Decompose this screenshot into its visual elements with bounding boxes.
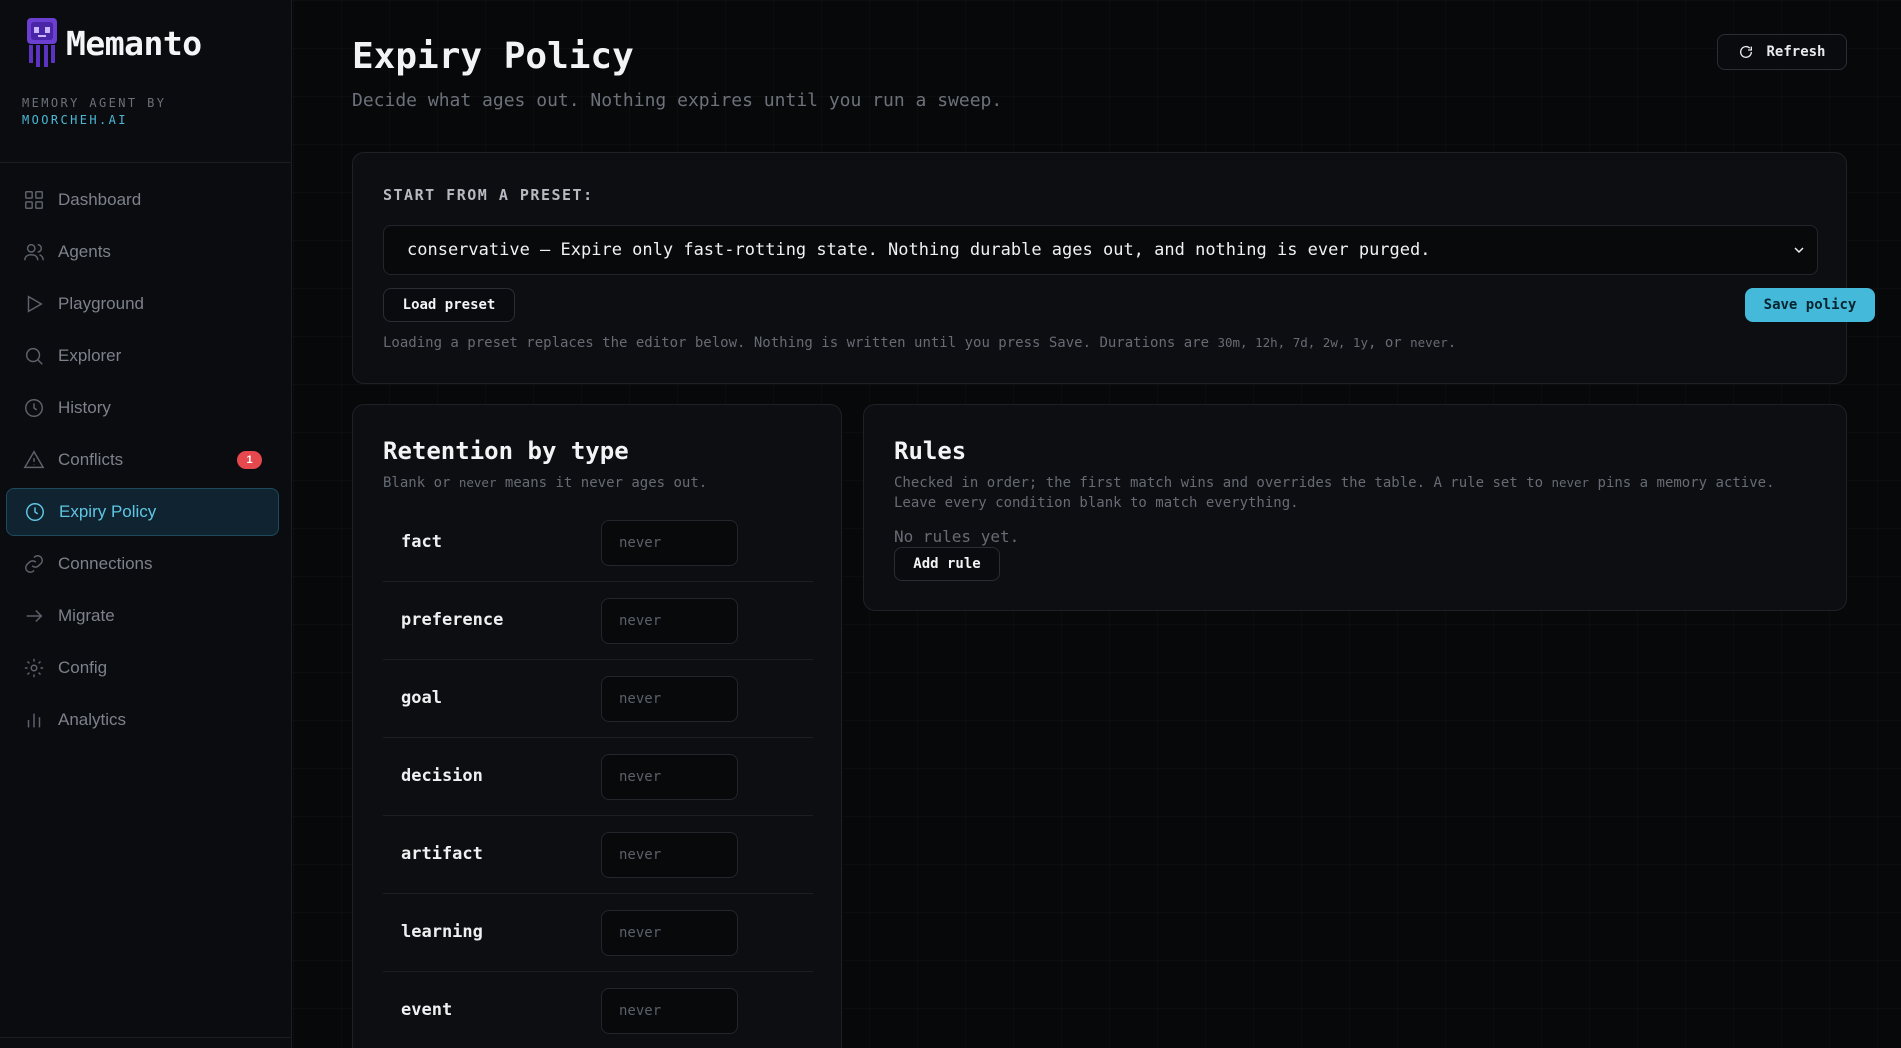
sidebar-item-dashboard[interactable]: Dashboard	[6, 176, 279, 224]
grid-icon	[23, 189, 45, 211]
retention-title: Retention by type	[383, 437, 629, 465]
bar-chart-icon	[23, 709, 45, 731]
memanto-logo-icon	[27, 18, 57, 67]
clock-icon	[24, 501, 46, 523]
brand-subtitle: MEMORY AGENT BY MOORCHEH.AI	[22, 95, 166, 129]
preset-note: Loading a preset replaces the editor bel…	[383, 335, 1456, 351]
sidebar-item-history[interactable]: History	[6, 384, 279, 432]
rules-subtitle-never: never	[1551, 475, 1590, 490]
brand-subtitle-link[interactable]: MOORCHEH.AI	[22, 112, 166, 129]
chevron-down-icon	[1791, 242, 1807, 258]
sidebar-item-label: Playground	[58, 294, 145, 313]
search-icon	[23, 345, 45, 367]
retention-row-goal: goal	[383, 660, 813, 738]
retention-input-goal[interactable]	[601, 676, 738, 722]
sidebar-item-label: Dashboard	[58, 190, 142, 209]
sidebar-item-conflicts[interactable]: Conflicts 1	[6, 436, 279, 484]
brand-subtitle-line1: MEMORY AGENT BY	[22, 96, 167, 110]
gear-icon	[23, 657, 45, 679]
rules-card: Rules Checked in order; the first match …	[863, 404, 1847, 611]
sidebar: Memanto MEMORY AGENT BY MOORCHEH.AI Dash…	[0, 0, 292, 1048]
retention-input-artifact[interactable]	[601, 832, 738, 878]
refresh-button[interactable]: Refresh	[1717, 34, 1847, 70]
sidebar-item-config[interactable]: Config	[6, 644, 279, 692]
retention-type-label: learning	[401, 922, 483, 942]
refresh-button-label: Refresh	[1766, 44, 1826, 60]
sidebar-item-label: Connections	[58, 554, 153, 573]
sidebar-item-label: Config	[58, 658, 108, 677]
rules-subtitle-text: Checked in order; the first match wins a…	[894, 475, 1552, 491]
link-icon	[23, 553, 45, 575]
sidebar-item-migrate[interactable]: Migrate	[6, 592, 279, 640]
sidebar-item-expiry-policy[interactable]: Expiry Policy	[6, 488, 279, 536]
sidebar-item-playground[interactable]: Playground	[6, 280, 279, 328]
add-rule-button[interactable]: Add rule	[894, 547, 1000, 581]
retention-row-decision: decision	[383, 738, 813, 816]
sidebar-item-label: Migrate	[58, 606, 115, 625]
retention-type-label: preference	[401, 610, 504, 630]
retention-type-label: event	[401, 1000, 453, 1020]
warning-icon	[23, 449, 45, 471]
rules-title: Rules	[894, 437, 967, 465]
preset-note-durations: 30m, 12h, 7d, 2w, 1y	[1217, 335, 1368, 350]
save-policy-button[interactable]: Save policy	[1745, 288, 1875, 322]
sidebar-item-label: Explorer	[58, 346, 122, 365]
arrow-right-icon	[23, 605, 45, 627]
retention-subtitle-text: Blank or	[383, 475, 459, 491]
rules-subtitle: Checked in order; the first match wins a…	[894, 473, 1824, 513]
preset-card: START FROM A PRESET: conservative — Expi…	[352, 152, 1875, 384]
conflicts-count-badge: 1	[237, 451, 262, 469]
sidebar-item-agents[interactable]: Agents	[6, 228, 279, 276]
preset-note-or: , or	[1367, 335, 1411, 351]
retention-type-label: decision	[401, 766, 483, 786]
retention-input-fact[interactable]	[601, 520, 738, 566]
page-subtitle: Decide what ages out. Nothing expires un…	[352, 90, 1003, 111]
retention-row-fact: fact	[383, 504, 813, 582]
users-icon	[23, 241, 45, 263]
retention-row-event: event	[383, 972, 813, 1048]
refresh-icon	[1740, 45, 1753, 58]
retention-type-label: fact	[401, 532, 442, 552]
page-title: Expiry Policy	[352, 36, 634, 77]
sidebar-item-label: Analytics	[58, 710, 127, 729]
clock-icon	[23, 397, 45, 419]
sidebar-item-label: History	[58, 398, 111, 417]
preset-note-never: never	[1410, 335, 1448, 350]
preset-label: START FROM A PRESET:	[383, 186, 594, 204]
retention-type-label: goal	[401, 688, 442, 708]
play-icon	[23, 293, 45, 315]
sidebar-item-label: Conflicts	[58, 450, 124, 469]
brand-header: Memanto MEMORY AGENT BY MOORCHEH.AI	[0, 0, 291, 163]
retention-subtitle-rest: means it never ages out.	[496, 475, 708, 491]
sidebar-item-explorer[interactable]: Explorer	[6, 332, 279, 380]
retention-row-artifact: artifact	[383, 816, 813, 894]
retention-input-preference[interactable]	[601, 598, 738, 644]
sidebar-item-label: Expiry Policy	[59, 502, 157, 521]
retention-type-label: artifact	[401, 844, 483, 864]
sidebar-item-connections[interactable]: Connections	[6, 540, 279, 588]
load-preset-button[interactable]: Load preset	[383, 288, 515, 322]
sidebar-item-analytics[interactable]: Analytics	[6, 696, 279, 744]
preset-note-text: Loading a preset replaces the editor bel…	[383, 335, 1218, 351]
sidebar-item-label: Agents	[58, 242, 111, 261]
retention-row-learning: learning	[383, 894, 813, 972]
rules-empty-text: No rules yet.	[894, 527, 1020, 546]
retention-subtitle-never: never	[458, 475, 497, 490]
main-content: Expiry Policy Decide what ages out. Noth…	[293, 0, 1901, 1048]
preset-select[interactable]: conservative — Expire only fast-rotting …	[383, 225, 1818, 275]
retention-subtitle: Blank or never means it never ages out.	[383, 473, 707, 493]
sidebar-footer-divider	[0, 1037, 292, 1038]
preset-note-end: .	[1447, 335, 1457, 351]
retention-input-learning[interactable]	[601, 910, 738, 956]
retention-input-event[interactable]	[601, 988, 738, 1034]
brand-name: Memanto	[66, 24, 202, 63]
retention-row-preference: preference	[383, 582, 813, 660]
preset-select-value: conservative — Expire only fast-rotting …	[407, 240, 1431, 260]
retention-card: Retention by type Blank or never means i…	[352, 404, 842, 1048]
retention-input-decision[interactable]	[601, 754, 738, 800]
